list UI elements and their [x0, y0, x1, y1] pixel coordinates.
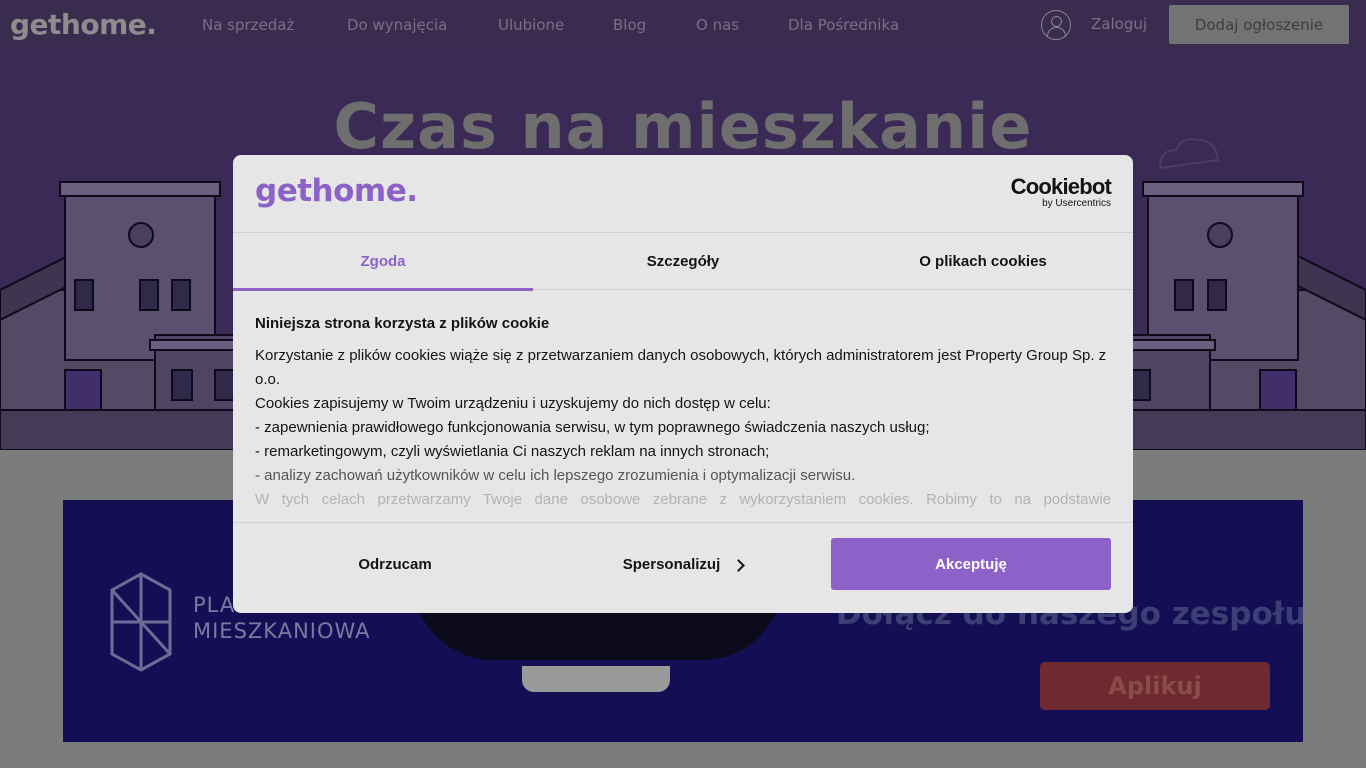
accept-button[interactable]: Akceptuję — [831, 538, 1111, 590]
apply-button[interactable]: Aplikuj — [1040, 662, 1270, 710]
banner-illustration-base — [522, 666, 670, 692]
top-navigation: gethome. Na sprzedaż Do wynajęcia Ulubio… — [0, 0, 1366, 50]
tab-details[interactable]: Szczegóły — [533, 233, 833, 290]
cookiebot-sub: by Usercentrics — [1042, 198, 1111, 209]
accept-button-label: Akceptuję — [935, 555, 1007, 573]
dialog-footer: Odrzucam Spersonalizuj Akceptuję — [233, 522, 1133, 613]
dialog-body[interactable]: Niniejsza strona korzysta z plików cooki… — [255, 313, 1111, 523]
cookiebot-logo[interactable]: Cookiebot by Usercentrics — [1009, 174, 1112, 210]
nav-link-for-sale[interactable]: Na sprzedaż — [202, 16, 347, 34]
tab-about-cookies[interactable]: O plikach cookies — [833, 233, 1133, 290]
body-paragraph: - analizy zachowań użytkowników w celu i… — [255, 467, 856, 484]
body-paragraph: - remarketingowym, czyli wyświetlania Ci… — [255, 443, 770, 460]
nav-link-blog[interactable]: Blog — [613, 16, 696, 34]
reject-button-label: Odrzucam — [358, 555, 432, 573]
chevron-right-icon — [732, 558, 746, 572]
dialog-header: gethome. Cookiebot by Usercentrics — [233, 155, 1133, 233]
login-link[interactable]: Zaloguj — [1091, 15, 1147, 33]
dialog-tabs: Zgoda Szczegóły O plikach cookies — [233, 233, 1133, 291]
dialog-logo: gethome. — [255, 173, 418, 209]
site-logo[interactable]: gethome. — [10, 8, 157, 41]
add-listing-button[interactable]: Dodaj ogłoszenie — [1169, 5, 1349, 44]
body-paragraph: - zapewnienia prawidłowego funkcjonowani… — [255, 419, 930, 436]
nav-link-favorites[interactable]: Ulubione — [498, 16, 613, 34]
body-paragraph: Cookies zapisujemy w Twoim urządzeniu i … — [255, 395, 771, 412]
nav-link-about[interactable]: O nas — [696, 16, 788, 34]
hero-title: Czas na mieszkanie — [333, 90, 1033, 163]
body-title: Niniejsza strona korzysta z plików cooki… — [255, 315, 550, 332]
body-paragraph: W tych celach przetwarzamy Twoje dane os… — [255, 491, 1111, 508]
user-icon[interactable] — [1041, 10, 1071, 40]
cookie-consent-dialog: gethome. Cookiebot by Usercentrics Zgoda… — [233, 155, 1133, 613]
nav-links: Na sprzedaż Do wynajęcia Ulubione Blog O… — [202, 0, 899, 50]
banner-brand-line2: MIESZKANIOWA — [193, 619, 371, 643]
nav-link-for-rent[interactable]: Do wynajęcia — [347, 16, 498, 34]
platform-cube-icon — [110, 572, 172, 672]
reject-button[interactable]: Odrzucam — [255, 538, 535, 590]
customize-button[interactable]: Spersonalizuj — [543, 538, 823, 590]
body-paragraph: Korzystanie z plików cookies wiąże się z… — [255, 347, 1107, 388]
cookiebot-name: Cookiebot — [1010, 174, 1112, 199]
tab-consent[interactable]: Zgoda — [233, 233, 533, 291]
nav-link-for-agents[interactable]: Dla Pośrednika — [788, 16, 899, 34]
customize-button-label: Spersonalizuj — [622, 555, 721, 573]
